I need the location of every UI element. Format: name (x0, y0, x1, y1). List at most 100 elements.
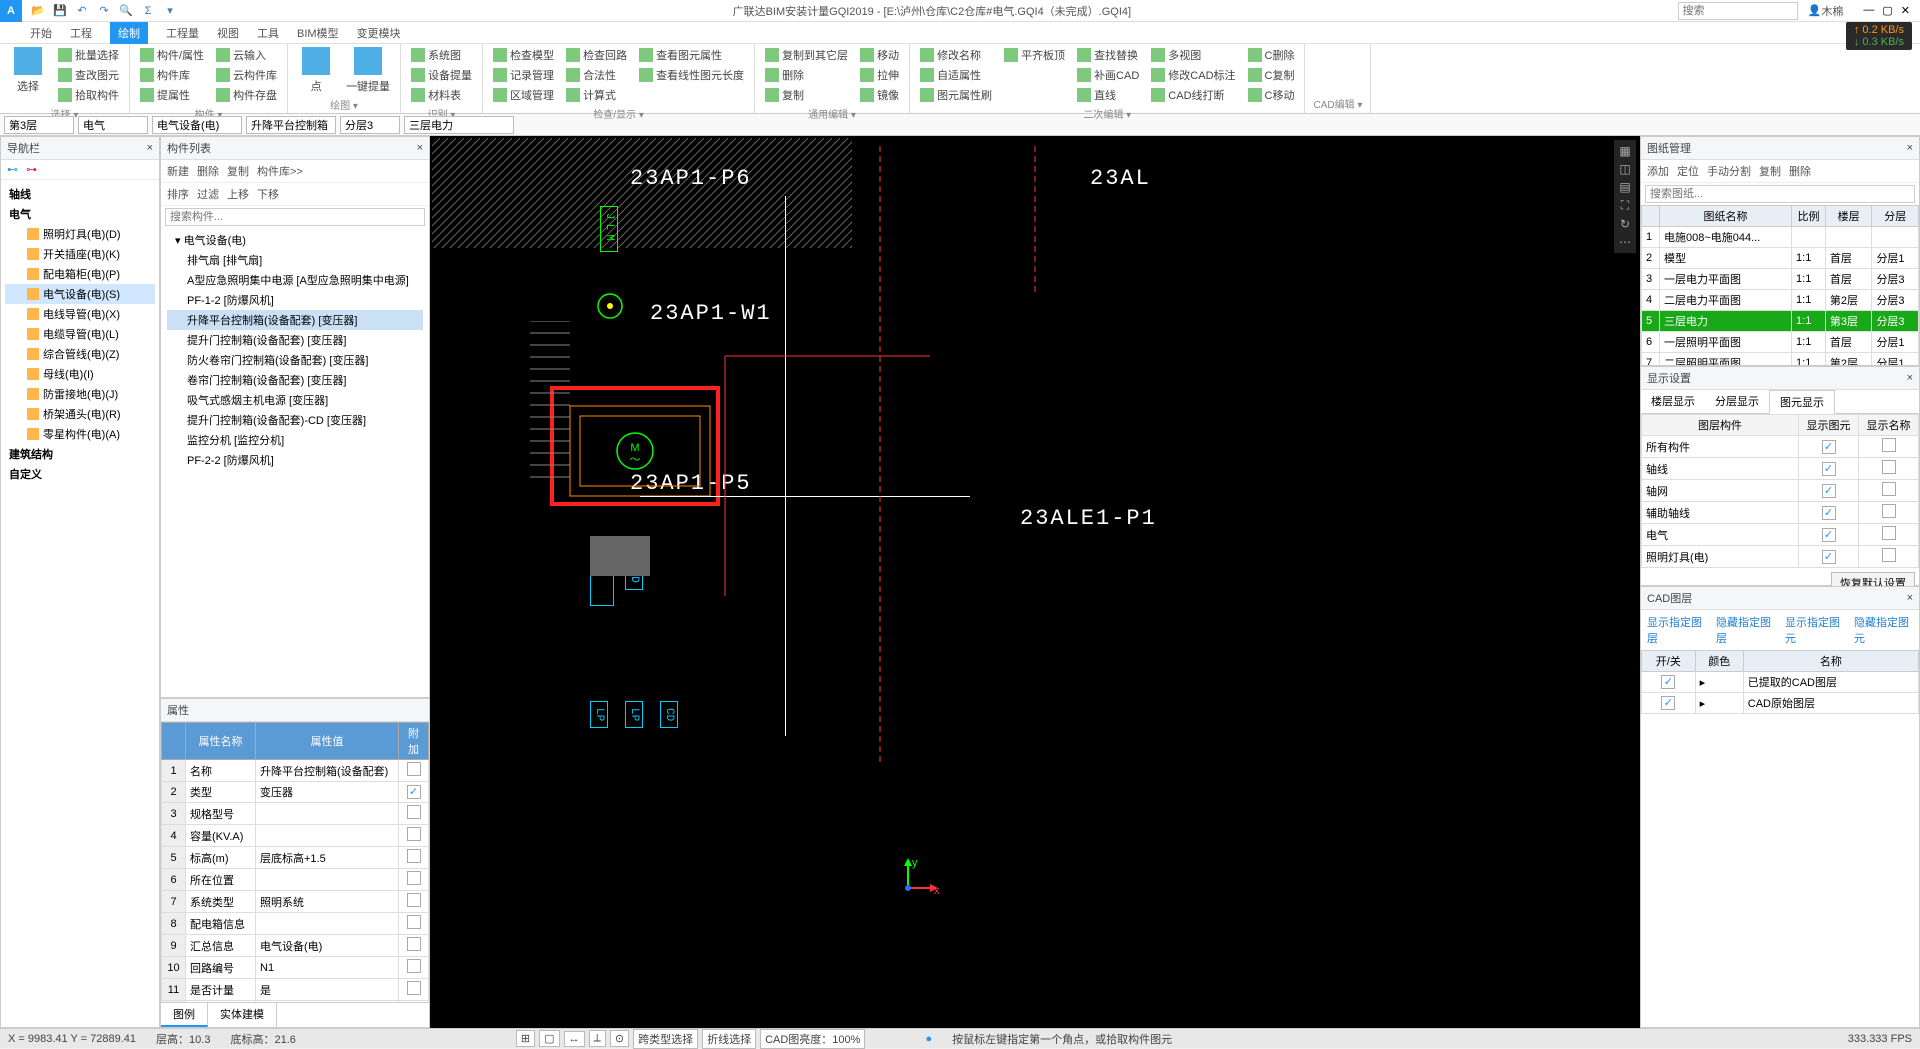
ribbon-button[interactable]: C删除 (1246, 46, 1297, 64)
ribbon-button[interactable]: 材料表 (409, 86, 474, 104)
ribbon-button[interactable]: 拉伸 (858, 66, 901, 84)
ribbon-button[interactable]: 设备提量 (409, 66, 474, 84)
component-item[interactable]: PF-1-2 [防爆风机] (167, 290, 423, 310)
component-item[interactable]: 监控分机 [监控分机] (167, 430, 423, 450)
ribbon-button[interactable]: 查找替换 (1075, 46, 1141, 64)
comp-select[interactable] (246, 116, 336, 134)
nav-item[interactable]: 开关插座(电)(K) (5, 244, 155, 264)
view-icon[interactable]: ▦ (1616, 144, 1634, 158)
floor-select[interactable] (4, 116, 74, 134)
global-search-input[interactable] (1678, 2, 1798, 20)
close-icon[interactable]: × (1907, 142, 1913, 154)
ribbon-button[interactable]: 图元属性刷 (918, 86, 994, 104)
open-icon[interactable]: 📂 (30, 3, 46, 19)
ribbon-button[interactable]: 提属性 (138, 86, 206, 104)
toolbar-button[interactable]: 过滤 (197, 186, 219, 202)
ribbon-button[interactable]: 删除 (763, 66, 850, 84)
toolbar-button[interactable]: 构件库>> (257, 163, 303, 179)
ribbon-button[interactable]: 修改名称 (918, 46, 994, 64)
ribbon-button[interactable]: 复制到其它层 (763, 46, 850, 64)
user-name[interactable]: 木棉 (1821, 3, 1843, 19)
status-tool-icon[interactable]: ↔ (564, 1031, 585, 1047)
drawing-row[interactable]: 4二层电力平面图1:1第2层分层3 (1642, 290, 1919, 311)
toolbar-button[interactable]: 删除 (197, 163, 219, 179)
component-item[interactable]: 升降平台控制箱(设备配套) [变压器] (167, 310, 423, 330)
ribbon-button[interactable]: 构件库 (138, 66, 206, 84)
ribbon-button[interactable]: 记录管理 (491, 66, 556, 84)
display-tab[interactable]: 分层显示 (1705, 390, 1769, 413)
nav-item[interactable]: 电缆导管(电)(L) (5, 324, 155, 344)
ribbon-button[interactable]: 检查模型 (491, 46, 556, 64)
minimize-icon[interactable]: — (1863, 4, 1874, 17)
cube-icon[interactable]: ◫ (1616, 162, 1634, 176)
component-item[interactable]: 吸气式感烟主机电源 [变压器] (167, 390, 423, 410)
drawing-row[interactable]: 1电施008~电施044... (1642, 227, 1919, 248)
ribbon-button[interactable]: 云输入 (214, 46, 279, 64)
menu-tab[interactable]: 绘制 (110, 22, 148, 44)
component-item[interactable]: 提升门控制箱(设备配套) [变压器] (167, 330, 423, 350)
toolbar-button[interactable]: 下移 (257, 186, 279, 202)
drawing-row[interactable]: 7二层照明平面图1:1第2层分层1 (1642, 353, 1919, 366)
toolbar-button[interactable]: 上移 (227, 186, 249, 202)
search-icon[interactable]: 🔍 (118, 3, 134, 19)
menu-tab[interactable]: 开始 (30, 25, 52, 41)
nav-group[interactable]: 轴线 (5, 184, 155, 204)
zoom-fit-icon[interactable]: ⛶ (1616, 198, 1634, 213)
ribbon-button[interactable]: 构件/属性 (138, 46, 206, 64)
user-icon[interactable]: 👤 (1808, 4, 1822, 17)
ribbon-button[interactable]: 镜像 (858, 86, 901, 104)
status-tool-icon[interactable]: ⊞ (516, 1030, 535, 1047)
menu-tab[interactable]: BIM模型 (297, 25, 339, 41)
ribbon-button[interactable]: 平齐板顶 (1002, 46, 1067, 64)
drawing-canvas[interactable]: 23AP1-P6 23AP1-W1 23AP1-P5 23ALE1-P1 23A… (430, 136, 1640, 1028)
collapse-icon[interactable]: ⊶ (26, 163, 37, 176)
toolbar-button[interactable]: 新建 (167, 163, 189, 179)
toolbar-button[interactable]: 排序 (167, 186, 189, 202)
menu-tab[interactable]: 工程量 (166, 25, 199, 41)
status-tool-icon[interactable]: ▢ (539, 1030, 559, 1047)
ribbon-button[interactable]: 选择 (8, 46, 48, 95)
ribbon-button[interactable]: 构件存盘 (214, 86, 279, 104)
comp-type-select[interactable] (152, 116, 242, 134)
component-item[interactable]: A型应急照明集中电源 [A型应急照明集中电源] (167, 270, 423, 290)
more-icon[interactable]: ⋯ (1616, 235, 1634, 249)
component-search-input[interactable] (165, 208, 425, 226)
menu-tab[interactable]: 变更模块 (357, 25, 401, 41)
nav-item[interactable]: 照明灯具(电)(D) (5, 224, 155, 244)
ribbon-button[interactable]: 补画CAD (1075, 66, 1141, 84)
nav-group[interactable]: 自定义 (5, 464, 155, 484)
maximize-icon[interactable]: ▢ (1882, 4, 1892, 17)
component-item[interactable]: PF-2-2 [防爆风机] (167, 450, 423, 470)
ribbon-button[interactable]: C复制 (1246, 66, 1297, 84)
ribbon-button[interactable]: 查看线性图元长度 (637, 66, 746, 84)
ribbon-button[interactable]: 检查回路 (564, 46, 629, 64)
nav-item[interactable]: 防雷接地(电)(J) (5, 384, 155, 404)
ribbon-button[interactable]: 复制 (763, 86, 850, 104)
nav-item[interactable]: 综合管线(电)(Z) (5, 344, 155, 364)
drawing-row[interactable]: 5三层电力1:1第3层分层3 (1642, 311, 1919, 332)
ribbon-button[interactable]: 移动 (858, 46, 901, 64)
drawing-row[interactable]: 2模型1:1首层分层1 (1642, 248, 1919, 269)
component-item[interactable]: 排气扇 [排气扇] (167, 250, 423, 270)
ribbon-button[interactable]: 查看图元属性 (637, 46, 746, 64)
display-tab[interactable]: 楼层显示 (1641, 390, 1705, 413)
component-item[interactable]: 提升门控制箱(设备配套)-CD [变压器] (167, 410, 423, 430)
nav-item[interactable]: 母线(电)(I) (5, 364, 155, 384)
close-icon[interactable]: ✕ (1901, 4, 1910, 17)
close-icon[interactable]: × (1907, 372, 1913, 384)
sheet-select[interactable] (404, 116, 514, 134)
ribbon-button[interactable]: 计算式 (564, 86, 629, 104)
ribbon-button[interactable]: C移动 (1246, 86, 1297, 104)
layer-icon[interactable]: ▤ (1616, 180, 1634, 194)
nav-item[interactable]: 配电箱柜(电)(P) (5, 264, 155, 284)
component-item[interactable]: 防火卷帘门控制箱(设备配套) [变压器] (167, 350, 423, 370)
menu-tab[interactable]: 工程 (70, 25, 92, 41)
close-icon[interactable]: × (417, 142, 423, 154)
ribbon-button[interactable]: 直线 (1075, 86, 1141, 104)
ribbon-button[interactable]: 合法性 (564, 66, 629, 84)
status-tool-icon[interactable]: ⟂ (589, 1030, 606, 1047)
ribbon-button[interactable]: 自适属性 (918, 66, 994, 84)
ribbon-button[interactable]: CAD线打断 (1149, 86, 1237, 104)
ribbon-button[interactable]: 云构件库 (214, 66, 279, 84)
ribbon-button[interactable]: 一键提量 (344, 46, 392, 95)
